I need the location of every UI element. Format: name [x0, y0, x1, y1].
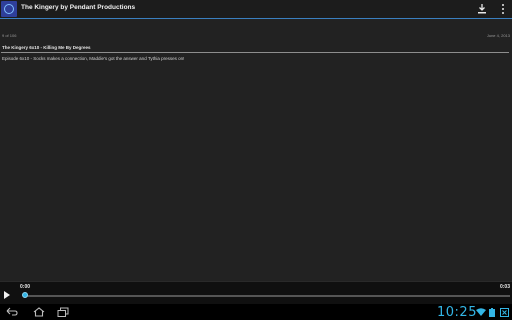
episode-date: June 4, 2013: [486, 33, 510, 38]
total-duration: 0:03: [499, 284, 510, 290]
episode-description: Episode 6x10 - Socks makes a connection,…: [2, 56, 185, 61]
app-logo-icon[interactable]: [1, 1, 17, 17]
battery-icon: [489, 308, 495, 317]
back-icon[interactable]: [6, 307, 18, 316]
notification-icon[interactable]: [500, 308, 509, 317]
play-icon[interactable]: [4, 291, 10, 299]
overflow-menu-icon[interactable]: [500, 3, 506, 15]
title-divider: [1, 52, 509, 53]
media-player-bar: 0:00 0:03: [0, 281, 512, 304]
elapsed-time: 0:00: [20, 284, 31, 290]
status-clock: 10:25: [437, 305, 477, 320]
home-icon[interactable]: [33, 307, 45, 317]
seek-thumb[interactable]: [22, 292, 28, 298]
recent-apps-icon[interactable]: [57, 307, 69, 317]
wifi-icon: [476, 308, 486, 316]
system-nav-bar: 10:25: [0, 304, 512, 320]
app-title: The Kingery by Pendant Productions: [21, 4, 136, 11]
episode-title: The Kingery 6x10 - Killing Me By Degrees: [2, 45, 91, 50]
action-bar: The Kingery by Pendant Productions: [0, 0, 512, 19]
episode-index: 9 of 106: [2, 33, 17, 38]
download-icon[interactable]: [477, 3, 487, 15]
seek-bar[interactable]: [24, 295, 510, 297]
